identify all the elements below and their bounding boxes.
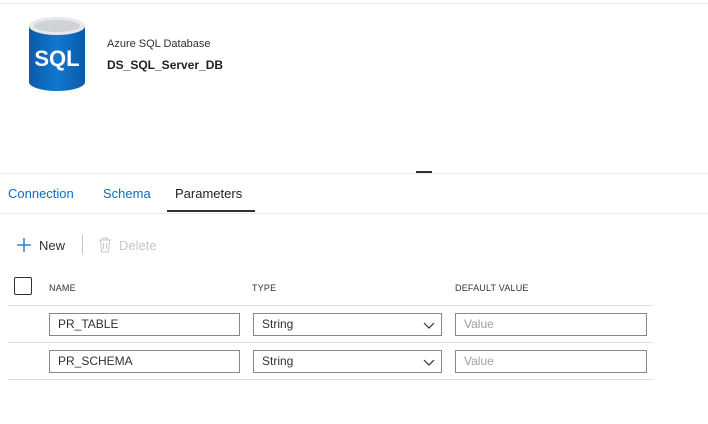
sql-icon-text: SQL — [34, 46, 79, 71]
delete-parameter-button[interactable]: Delete — [98, 230, 157, 260]
parameter-default-value-input[interactable]: Value — [455, 313, 647, 336]
column-header-name: NAME — [49, 283, 76, 293]
parameter-type-value: String — [262, 317, 294, 331]
parameter-default-value-input[interactable]: Value — [455, 350, 647, 373]
dataset-type: Azure SQL Database — [107, 38, 211, 50]
new-button-label: New — [39, 237, 66, 253]
active-tab-indicator — [167, 210, 255, 212]
dataset-header: SQL Azure SQL Database DS_SQL_Server_DB — [0, 0, 708, 150]
delete-icon — [99, 237, 111, 253]
parameters-toolbar: New Delete — [0, 230, 708, 260]
select-all-checkbox[interactable] — [14, 277, 32, 295]
column-header-default-value: DEFAULT VALUE — [455, 283, 529, 293]
delete-button-label: Delete — [119, 237, 157, 253]
dataset-name: DS_SQL_Server_DB — [107, 58, 224, 72]
tab-parameters[interactable]: Parameters — [175, 186, 242, 201]
parameter-type-select[interactable]: String — [253, 350, 442, 373]
parameter-name-input[interactable]: PR_TABLE — [49, 313, 240, 336]
sql-database-icon: SQL — [29, 17, 85, 91]
chevron-down-icon — [423, 322, 435, 329]
column-header-type: TYPE — [252, 283, 277, 293]
table-row: PR_SCHEMA String Value — [8, 343, 654, 380]
tab-connection[interactable]: Connection — [8, 186, 74, 201]
table-row: PR_TABLE String Value — [8, 306, 654, 343]
chevron-down-icon — [423, 359, 435, 366]
parameter-type-value: String — [262, 354, 294, 368]
tab-schema[interactable]: Schema — [103, 186, 151, 201]
new-parameter-button[interactable]: New — [16, 230, 65, 260]
add-icon — [17, 238, 31, 252]
table-header: NAME TYPE DEFAULT VALUE — [8, 270, 654, 306]
parameter-type-select[interactable]: String — [253, 313, 442, 336]
parameter-name-input[interactable]: PR_SCHEMA — [49, 350, 240, 373]
tab-bar: Connection Schema Parameters — [0, 174, 708, 214]
toolbar-separator — [82, 235, 83, 255]
parameters-table: NAME TYPE DEFAULT VALUE PR_TABLE String … — [8, 270, 654, 380]
